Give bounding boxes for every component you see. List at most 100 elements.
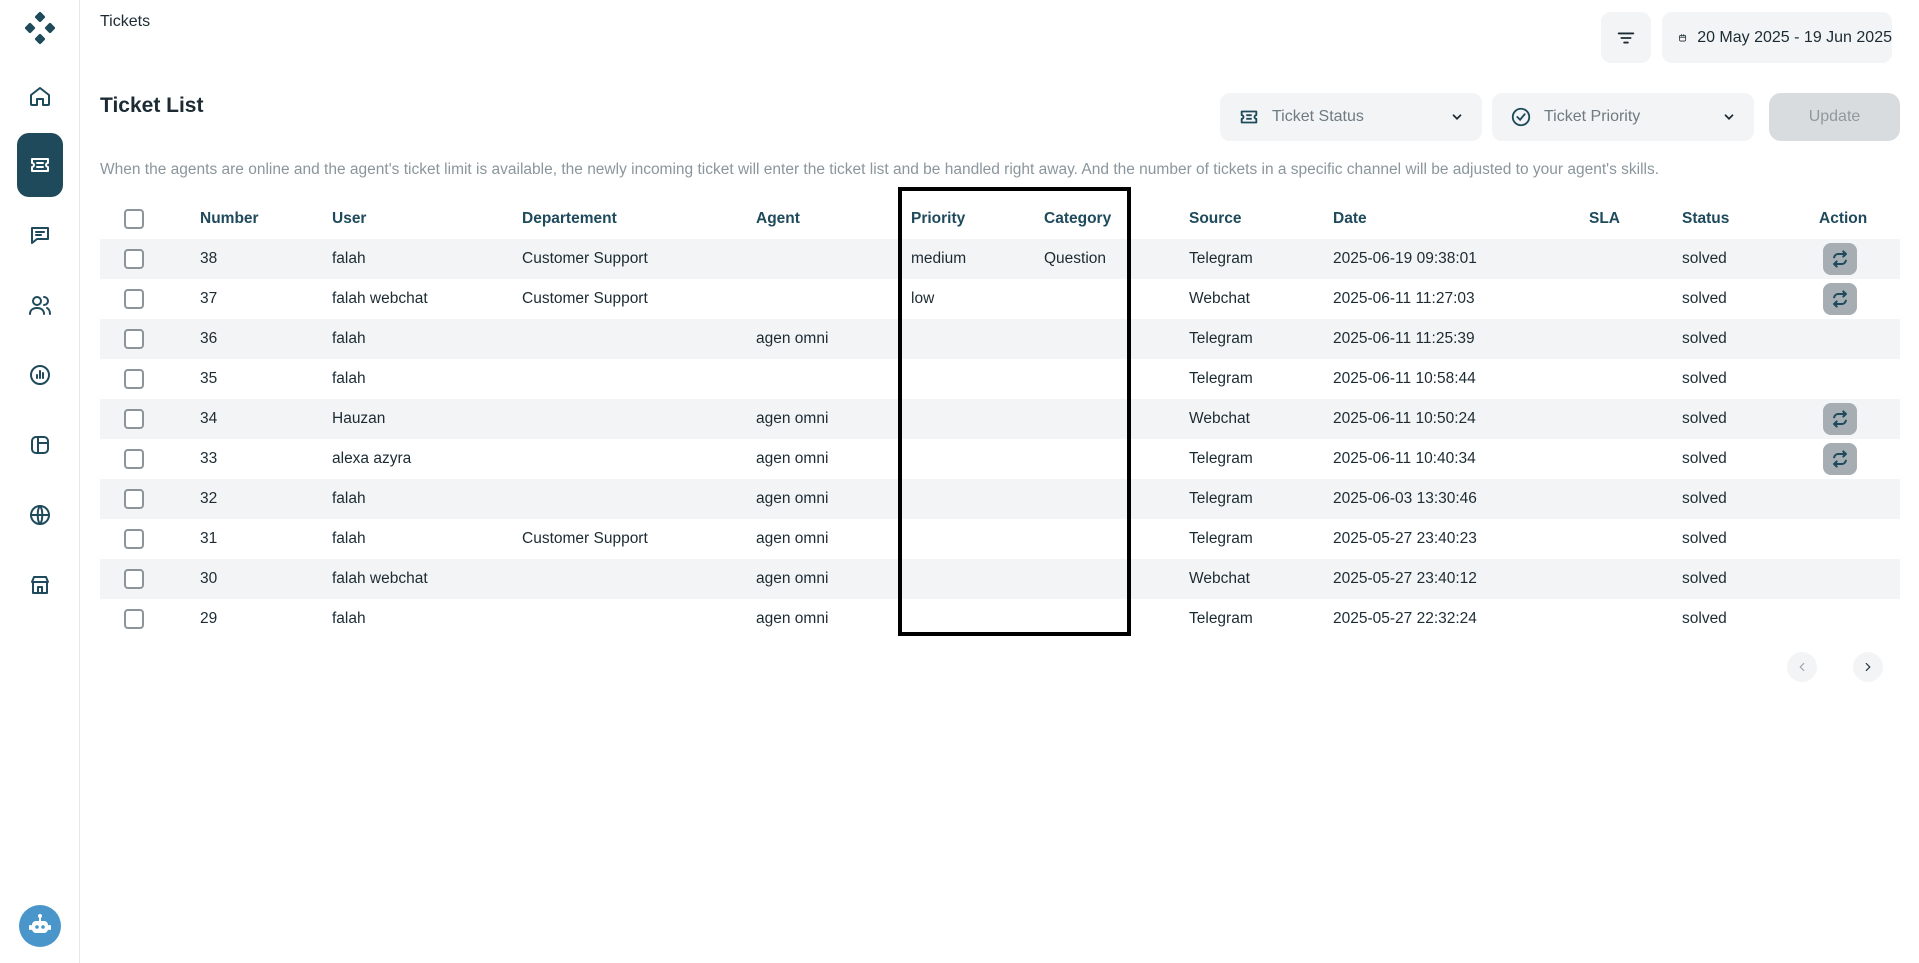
column-header-status[interactable]: Status	[1682, 199, 1729, 239]
column-header-action: Action	[1819, 210, 1868, 227]
cell-date: 2025-05-27 22:32:24	[1333, 610, 1477, 627]
cell-agent: agen omni	[756, 490, 829, 507]
cell-date: 2025-06-11 10:40:34	[1333, 450, 1476, 467]
cell-date: 2025-05-27 23:40:23	[1333, 530, 1477, 547]
reassign-button[interactable]	[1823, 283, 1857, 315]
cell-agent: agen omni	[756, 410, 829, 427]
row-checkbox[interactable]	[124, 489, 144, 509]
cell-source: Telegram	[1189, 250, 1253, 267]
row-checkbox[interactable]	[124, 609, 144, 629]
table-row[interactable]: 37 falah webchat Customer Support low Webcha…	[100, 279, 1900, 319]
description-text: When the agents are online and the agent…	[100, 161, 1660, 178]
sidebar-item-chat[interactable]	[17, 212, 63, 258]
cell-number: 34	[200, 410, 218, 427]
chatbot-avatar[interactable]	[19, 905, 61, 947]
cell-user: Hauzan	[332, 410, 386, 427]
chevron-down-icon	[1724, 114, 1734, 120]
previous-page-button[interactable]	[1787, 652, 1817, 682]
table-row[interactable]: 32 falah agen omni Telegram 2025-06-03 13:30…	[100, 479, 1900, 519]
row-checkbox[interactable]	[124, 369, 144, 389]
chat-icon	[31, 227, 49, 244]
row-checkbox[interactable]	[124, 409, 144, 429]
date-range-picker[interactable]: 20 May 2025 - 19 Jun 2025	[1662, 12, 1892, 63]
reassign-button[interactable]	[1823, 403, 1857, 435]
column-header-number[interactable]: Number	[200, 199, 259, 239]
calendar-icon	[1679, 33, 1687, 41]
reassign-button[interactable]	[1823, 443, 1857, 475]
cell-agent: agen omni	[756, 570, 829, 587]
globe-icon	[30, 505, 50, 525]
row-checkbox[interactable]	[124, 569, 144, 589]
column-header-sla[interactable]: SLA	[1589, 199, 1620, 239]
cell-status: solved	[1682, 610, 1727, 627]
row-checkbox[interactable]	[124, 529, 144, 549]
table-row[interactable]: 34 Hauzan agen omni Webchat 2025-06-11 10:50…	[100, 399, 1900, 439]
table-body: 38 falah Customer Support medium Question Tel…	[100, 239, 1900, 639]
next-page-button[interactable]	[1853, 652, 1883, 682]
filter-button[interactable]	[1601, 12, 1651, 63]
column-header-department[interactable]: Departement	[522, 199, 617, 239]
cell-number: 30	[200, 570, 218, 587]
table-row[interactable]: 29 falah agen omni Telegram 2025-05-27 22:32…	[100, 599, 1900, 639]
select-all-checkbox[interactable]	[124, 209, 144, 229]
cell-category: Question	[1044, 250, 1107, 267]
sidebar-item-store[interactable]	[17, 562, 63, 608]
users-icon	[29, 296, 51, 315]
cell-status: solved	[1682, 330, 1727, 347]
row-checkbox[interactable]	[124, 289, 144, 309]
row-checkbox[interactable]	[124, 329, 144, 349]
template-icon	[31, 436, 49, 454]
ticket-status-select[interactable]: Ticket Status	[1220, 93, 1482, 141]
cell-source: Webchat	[1189, 290, 1250, 307]
sidebar-item-tickets[interactable]	[17, 133, 63, 197]
sidebar-item-templates[interactable]	[17, 422, 63, 468]
column-header-priority[interactable]: Priority	[911, 199, 965, 239]
cell-number: 29	[200, 610, 218, 627]
column-header-date[interactable]: Date	[1333, 199, 1367, 239]
sidebar-item-users[interactable]	[17, 282, 63, 328]
column-header-source[interactable]: Source	[1189, 199, 1242, 239]
store-icon	[31, 576, 49, 594]
cell-source: Telegram	[1189, 370, 1253, 387]
logo-icon[interactable]	[23, 12, 57, 46]
refresh-icon	[1833, 250, 1847, 268]
cell-user: falah	[332, 610, 366, 627]
update-button[interactable]: Update	[1769, 93, 1900, 141]
cell-agent: agen omni	[756, 450, 829, 467]
cell-date: 2025-06-03 13:30:46	[1333, 490, 1477, 507]
cell-department: Customer Support	[522, 250, 648, 267]
ticket-priority-select[interactable]: Ticket Priority	[1492, 93, 1754, 141]
row-checkbox[interactable]	[124, 449, 144, 469]
cell-priority: low	[911, 290, 935, 307]
cell-user: alexa azyra	[332, 450, 412, 467]
table-row[interactable]: 31 falah Customer Support agen omni Telegram…	[100, 519, 1900, 559]
cell-date: 2025-06-11 11:27:03	[1333, 290, 1475, 307]
cell-number: 38	[200, 250, 218, 267]
table-row[interactable]: 35 falah Telegram 2025-06-11 10:58:44 solved	[100, 359, 1900, 399]
home-icon	[30, 87, 50, 106]
table-row[interactable]: 36 falah agen omni Telegram 2025-06-11 11:25…	[100, 319, 1900, 359]
section-title: Ticket List	[100, 94, 204, 117]
row-checkbox[interactable]	[124, 249, 144, 269]
cell-date: 2025-06-11 10:50:24	[1333, 410, 1476, 427]
cell-priority: medium	[911, 250, 967, 267]
cell-number: 32	[200, 490, 218, 507]
column-header-category[interactable]: Category	[1044, 199, 1111, 239]
table-header: Number User Departement Agent Priority C…	[100, 199, 1900, 239]
cell-status: solved	[1682, 250, 1727, 267]
column-header-agent[interactable]: Agent	[756, 199, 800, 239]
refresh-icon	[1833, 450, 1847, 468]
cell-source: Telegram	[1189, 330, 1253, 347]
reassign-button[interactable]	[1823, 243, 1857, 275]
cell-source: Webchat	[1189, 570, 1250, 587]
cell-source: Telegram	[1189, 610, 1253, 627]
chevron-left-icon	[1799, 662, 1805, 672]
sidebar-item-reports[interactable]	[17, 352, 63, 398]
sidebar-item-web[interactable]	[17, 492, 63, 538]
check-circle-icon	[1511, 107, 1531, 127]
sidebar-item-home[interactable]	[17, 73, 63, 119]
table-row[interactable]: 30 falah webchat agen omni Webchat 2025-05-2…	[100, 559, 1900, 599]
column-header-user[interactable]: User	[332, 199, 366, 239]
table-row[interactable]: 38 falah Customer Support medium Question Tel…	[100, 239, 1900, 279]
table-row[interactable]: 33 alexa azyra agen omni Telegram 2025-06-11…	[100, 439, 1900, 479]
